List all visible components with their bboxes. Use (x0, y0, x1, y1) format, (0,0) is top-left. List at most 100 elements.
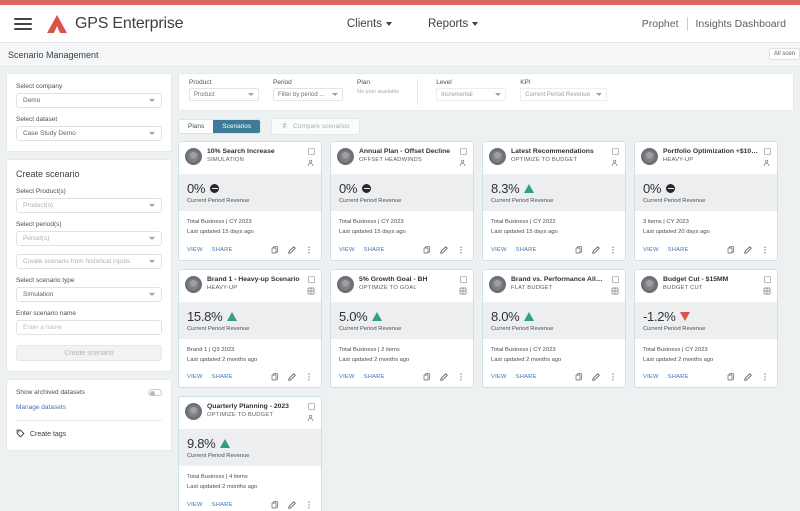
pencil-icon[interactable] (440, 246, 448, 254)
copy-icon[interactable] (575, 246, 583, 254)
more-vertical-icon[interactable] (305, 246, 313, 254)
grid-share-icon[interactable] (307, 287, 315, 297)
create-tags-button[interactable]: Create tags (16, 429, 162, 440)
share-link[interactable]: SHARE (212, 247, 233, 253)
dataset-select[interactable]: Case Study Demo (16, 126, 162, 141)
more-vertical-icon[interactable] (761, 373, 769, 381)
brand-logo[interactable]: GPS Enterprise (46, 14, 184, 34)
more-vertical-icon[interactable] (609, 373, 617, 381)
view-link[interactable]: VIEW (491, 247, 507, 253)
share-link[interactable]: SHARE (364, 247, 385, 253)
filter-level-select[interactable]: Incremental (436, 88, 507, 101)
company-select[interactable]: Demo (16, 93, 162, 108)
nav-clients[interactable]: Clients (347, 18, 392, 30)
pencil-icon[interactable] (288, 246, 296, 254)
copy-icon[interactable] (423, 246, 431, 254)
scenario-select-checkbox[interactable] (459, 148, 467, 155)
scenario-select-checkbox[interactable] (459, 275, 467, 283)
scenario-card[interactable]: Latest Recommendations OPTIMIZE TO BUDGET… (482, 141, 626, 261)
scenario-select-checkbox[interactable] (611, 148, 619, 155)
pencil-icon[interactable] (288, 501, 296, 509)
scenario-type-select[interactable]: Simulation (16, 287, 162, 302)
grid-share-icon[interactable] (763, 287, 771, 297)
share-link[interactable]: SHARE (212, 374, 233, 380)
view-link[interactable]: VIEW (339, 247, 355, 253)
copy-icon[interactable] (727, 373, 735, 381)
scenario-card[interactable]: Quarterly Planning - 2023 OPTIMIZE TO BUD… (178, 396, 322, 511)
share-link[interactable]: SHARE (516, 247, 537, 253)
scenario-metric: 5.0% Current Period Revenue (331, 301, 473, 339)
scenario-card[interactable]: Portfolio Optimization +$10M... HEAVY-UP 0… (634, 141, 778, 261)
hamburger-icon[interactable] (14, 17, 32, 30)
share-link[interactable]: SHARE (668, 374, 689, 380)
view-link[interactable]: VIEW (643, 247, 659, 253)
scenario-card[interactable]: 10% Search Increase SIMULATION 0% Current P… (178, 141, 322, 261)
copy-icon[interactable] (423, 373, 431, 381)
scenario-card[interactable]: Brand vs. Performance Allocati...FLAT BU… (482, 268, 626, 389)
pencil-icon[interactable] (744, 246, 752, 254)
share-link[interactable]: SHARE (516, 374, 537, 380)
manage-datasets-link[interactable]: Manage datasets (16, 404, 162, 411)
filter-period-select[interactable]: Filter by period ... (273, 88, 343, 101)
scenario-card[interactable]: Budget Cut - $15MM BUDGET CUT -1.2% Current… (634, 268, 778, 389)
scenario-select-checkbox[interactable] (611, 275, 619, 283)
person-share-icon[interactable] (763, 159, 771, 169)
show-archived-toggle[interactable] (148, 389, 162, 396)
historical-inputs-select[interactable]: Create scenario from historical inputs (16, 254, 162, 269)
nav-reports[interactable]: Reports (428, 18, 479, 30)
pencil-icon[interactable] (440, 373, 448, 382)
person-share-icon[interactable] (611, 159, 619, 169)
person-share-icon[interactable] (459, 159, 467, 169)
pencil-icon[interactable] (592, 373, 600, 382)
tab-plans[interactable]: Plans (179, 120, 213, 133)
scenario-select-checkbox[interactable] (307, 403, 315, 411)
tab-scenarios[interactable]: Scenarios (213, 120, 261, 133)
view-link[interactable]: VIEW (643, 374, 659, 380)
copy-icon[interactable] (727, 246, 735, 254)
insights-dashboard-link[interactable]: Insights Dashboard (696, 18, 786, 30)
period-select[interactable]: Period(s) (16, 231, 162, 246)
pencil-icon[interactable] (288, 373, 296, 382)
more-vertical-icon[interactable] (761, 246, 769, 254)
prophet-link[interactable]: Prophet (642, 18, 679, 30)
copy-icon[interactable] (271, 373, 279, 381)
more-vertical-icon[interactable] (305, 373, 313, 381)
more-vertical-icon[interactable] (305, 501, 313, 509)
pencil-icon[interactable] (592, 246, 600, 254)
view-link[interactable]: VIEW (187, 374, 203, 380)
scenario-card-header: Brand vs. Performance Allocati...FLAT BU… (483, 270, 625, 302)
scenario-select-checkbox[interactable] (763, 275, 771, 283)
share-link[interactable]: SHARE (364, 374, 385, 380)
view-link[interactable]: VIEW (339, 374, 355, 380)
scenario-card[interactable]: Brand 1 - Heavy-up Scenario HEAVY-UP 15.8%… (178, 268, 322, 389)
view-link[interactable]: VIEW (187, 247, 203, 253)
create-scenario-button[interactable]: Create scenario (16, 345, 162, 361)
scenario-select-checkbox[interactable] (307, 275, 315, 283)
filter-kpi-select[interactable]: Current Period Revenue (520, 88, 607, 101)
share-link[interactable]: SHARE (212, 502, 233, 508)
product-select[interactable]: Product(s) (16, 198, 162, 213)
share-link[interactable]: SHARE (668, 247, 689, 253)
more-vertical-icon[interactable] (457, 373, 465, 381)
filter-product-select[interactable]: Product (189, 88, 259, 101)
copy-icon[interactable] (271, 501, 279, 509)
view-link[interactable]: VIEW (491, 374, 507, 380)
scenario-name-input[interactable]: Enter a name (16, 320, 162, 335)
more-vertical-icon[interactable] (609, 246, 617, 254)
compare-scenarios-button[interactable]: Compare scenarios (271, 118, 360, 135)
grid-share-icon[interactable] (611, 287, 619, 297)
copy-icon[interactable] (271, 246, 279, 254)
scenario-card-header: Annual Plan - Offset Decline OFFSET HEADW… (331, 142, 473, 174)
grid-share-icon[interactable] (459, 287, 467, 297)
scope-chip[interactable]: All scen (768, 48, 800, 60)
scenario-select-checkbox[interactable] (307, 148, 315, 155)
scenario-card[interactable]: 5% Growth Goal - BH OPTIMIZE TO GOAL 5.0% C… (330, 268, 474, 389)
person-share-icon[interactable] (307, 414, 315, 424)
scenario-select-checkbox[interactable] (763, 148, 771, 155)
copy-icon[interactable] (575, 373, 583, 381)
scenario-card[interactable]: Annual Plan - Offset Decline OFFSET HEADW… (330, 141, 474, 261)
person-share-icon[interactable] (307, 159, 315, 169)
view-link[interactable]: VIEW (187, 502, 203, 508)
more-vertical-icon[interactable] (457, 246, 465, 254)
pencil-icon[interactable] (744, 373, 752, 382)
